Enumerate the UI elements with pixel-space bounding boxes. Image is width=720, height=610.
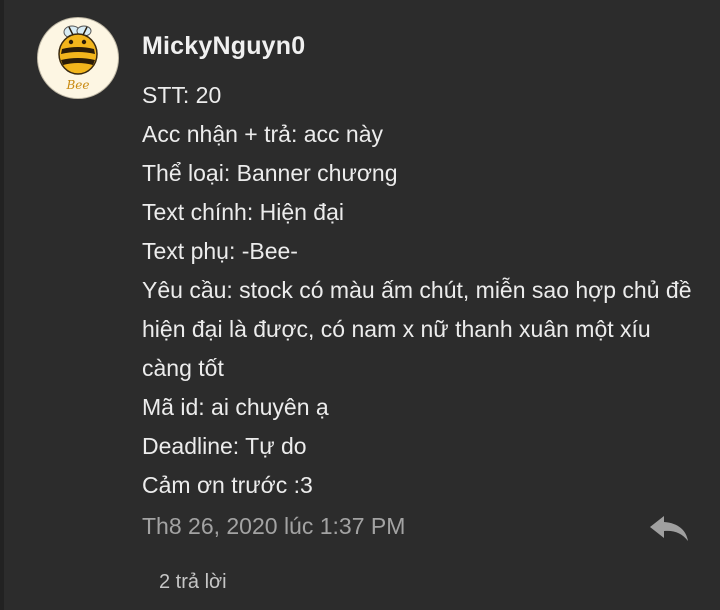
author-name[interactable]: MickyNguyn0 <box>142 32 305 61</box>
comment-card: Bee MickyNguyn0 STT: 20 Acc nhận + trả: … <box>0 0 720 610</box>
comment-line: STT: 20 <box>142 82 222 108</box>
comment-line: Text chính: Hiện đại <box>142 199 345 225</box>
replies-link[interactable]: 2 trả lời <box>159 571 227 594</box>
comment-line: Thể loại: Banner chương <box>142 160 398 186</box>
comment-body: STT: 20 Acc nhận + trả: acc này Thể loại… <box>142 76 702 505</box>
comment-line: Yêu cầu: stock có màu ấm chút, miễn sao … <box>142 277 692 381</box>
reply-arrow-icon <box>650 516 688 541</box>
comment-line: Mã id: ai chuyên ạ <box>142 394 329 420</box>
avatar[interactable]: Bee <box>38 18 118 98</box>
comment-line: Deadline: Tự do <box>142 433 307 459</box>
bee-avatar-icon: Bee <box>58 25 98 92</box>
comment-line: Text phụ: -Bee- <box>142 238 298 264</box>
comment-line: Acc nhận + trả: acc này <box>142 121 383 147</box>
svg-text:Bee: Bee <box>65 78 89 92</box>
comment-line: Cảm ơn trước :3 <box>142 472 313 498</box>
comment-timestamp: Th8 26, 2020 lúc 1:37 PM <box>142 513 406 539</box>
reply-button[interactable] <box>646 512 692 546</box>
